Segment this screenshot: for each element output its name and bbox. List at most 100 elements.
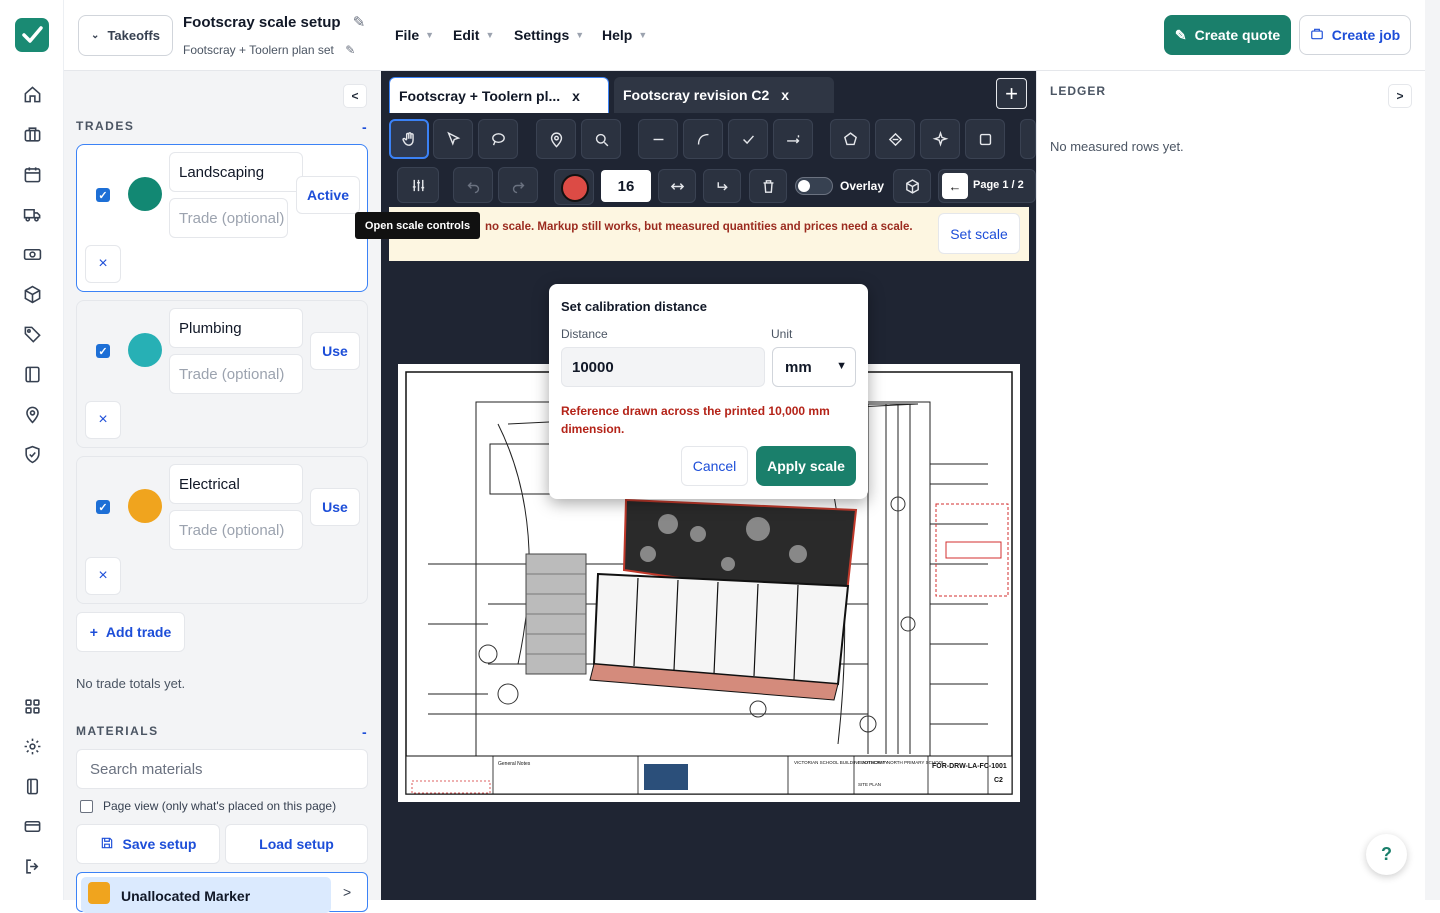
edit-subtitle-icon[interactable]: ✎ [345, 43, 355, 57]
menu-help[interactable]: Help ▼ [602, 27, 647, 43]
trade-name-input[interactable]: Electrical [169, 464, 303, 504]
unallocated-expand-icon[interactable]: > [343, 884, 351, 900]
3d-view-button[interactable] [893, 169, 931, 203]
tag-icon[interactable] [20, 322, 44, 346]
set-scale-button[interactable]: Set scale [938, 213, 1020, 254]
home-icon[interactable] [20, 82, 44, 106]
unallocated-marker-row[interactable]: Unallocated Marker > [76, 872, 368, 913]
select-tool-button[interactable] [433, 119, 473, 159]
trade-card-electrical[interactable]: ✓ Electrical Trade (optional) Use × [76, 456, 368, 604]
logout-icon[interactable] [20, 854, 44, 878]
load-setup-button[interactable]: Load setup [225, 824, 368, 864]
page-scrollbar[interactable] [1425, 0, 1440, 900]
delete-button[interactable] [749, 169, 787, 203]
add-tab-button[interactable]: + [996, 78, 1027, 109]
pin-tool-button[interactable] [536, 119, 576, 159]
trade-name-input[interactable]: Plumbing [169, 308, 303, 348]
trade-active-button[interactable]: Active [296, 176, 360, 214]
help-button[interactable]: ? [1366, 834, 1407, 875]
trade-remove-button[interactable]: × [85, 401, 121, 439]
menu-settings[interactable]: Settings ▼ [514, 27, 584, 43]
map-pin-icon[interactable] [20, 402, 44, 426]
page-view-checkbox[interactable] [80, 800, 93, 813]
app-logo[interactable] [15, 18, 49, 52]
trade-checkbox[interactable]: ✓ [96, 188, 110, 202]
check-tool-button[interactable] [728, 119, 768, 159]
truck-icon[interactable] [20, 202, 44, 226]
briefcase-icon[interactable] [20, 122, 44, 146]
menu-help-label: Help [602, 27, 633, 43]
materials-collapse-toggle[interactable]: - [362, 724, 367, 740]
trade-use-button[interactable]: Use [310, 332, 360, 370]
distance-input[interactable]: 10000 [561, 347, 765, 387]
trade-remove-button[interactable]: × [85, 245, 121, 283]
trade-name-input[interactable]: Landscaping [169, 152, 303, 192]
trade-remove-button[interactable]: × [85, 557, 121, 595]
trade-use-button[interactable]: Use [310, 488, 360, 526]
plus-icon: + [89, 624, 98, 640]
tab-close-icon[interactable]: x [781, 87, 789, 103]
tab-close-icon[interactable]: x [572, 88, 580, 104]
trade-optional-input[interactable]: Trade (optional) [169, 354, 303, 394]
drawing-number: FOR-DRW-LA-FC-1001 [932, 763, 1007, 770]
create-quote-button[interactable]: ✎ Create quote [1164, 15, 1291, 55]
line-size-input[interactable]: 16 [601, 170, 651, 202]
more-tools-button[interactable] [1020, 119, 1036, 159]
apply-scale-button[interactable]: Apply scale [756, 446, 856, 486]
trade-checkbox[interactable]: ✓ [96, 344, 110, 358]
trade-color-swatch[interactable] [128, 489, 162, 523]
trade-color-swatch[interactable] [128, 333, 162, 367]
menu-edit[interactable]: Edit ▼ [453, 27, 494, 43]
grid-icon[interactable] [20, 694, 44, 718]
arc-tool-button[interactable] [683, 119, 723, 159]
polygon-tool-button[interactable] [830, 119, 870, 159]
save-setup-button[interactable]: Save setup [76, 824, 220, 864]
calibration-error-text: Reference drawn across the printed 10,00… [561, 404, 830, 436]
zoom-tool-button[interactable] [581, 119, 621, 159]
create-job-label: Create job [1331, 27, 1401, 43]
prev-page-button[interactable]: ← [942, 173, 968, 199]
takeoffs-button[interactable]: ⌄ Takeoffs [78, 15, 173, 56]
sliders-icon [412, 179, 424, 191]
box-icon[interactable] [20, 282, 44, 306]
calendar-icon[interactable] [20, 162, 44, 186]
tab-footscray-toolern[interactable]: Footscray + Toolern pl... x [389, 77, 609, 113]
trade-card-plumbing[interactable]: ✓ Plumbing Trade (optional) Use × [76, 300, 368, 448]
trade-optional-input[interactable]: Trade (optional) [169, 510, 303, 550]
gear-icon[interactable] [20, 734, 44, 758]
line-tool-button[interactable] [638, 119, 678, 159]
unit-select[interactable]: mm ▼ [772, 347, 856, 387]
rectangle-tool-button[interactable] [965, 119, 1005, 159]
scale-controls-button[interactable] [397, 167, 439, 203]
cancel-button[interactable]: Cancel [681, 446, 748, 486]
overlay-toggle[interactable] [795, 177, 833, 195]
shield-check-icon[interactable] [20, 442, 44, 466]
trade-optional-input[interactable]: Trade (optional) [169, 198, 288, 238]
return-tool-button[interactable] [703, 169, 741, 203]
menu-file[interactable]: File ▼ [395, 27, 434, 43]
add-trade-button[interactable]: + Add trade [76, 612, 185, 652]
lasso-tool-button[interactable] [478, 119, 518, 159]
book-open-icon[interactable] [20, 774, 44, 798]
tab-footscray-revision[interactable]: Footscray revision C2 x [614, 77, 834, 113]
magic-tool-button[interactable] [920, 119, 960, 159]
cash-icon[interactable] [20, 242, 44, 266]
width-tool-button[interactable] [658, 169, 696, 203]
book-icon[interactable] [20, 362, 44, 386]
fill-tool-button[interactable] [875, 119, 915, 159]
measure-tool-button[interactable] [773, 119, 813, 159]
pan-tool-button[interactable] [389, 119, 429, 159]
trades-collapse-toggle[interactable]: - [362, 119, 367, 135]
trade-color-swatch[interactable] [128, 177, 162, 211]
trade-card-landscaping[interactable]: ✓ Landscaping Trade (optional) Active × [76, 144, 368, 292]
credit-card-icon[interactable] [20, 814, 44, 838]
edit-title-icon[interactable]: ✎ [353, 14, 366, 31]
redo-button[interactable] [498, 167, 538, 203]
markup-color-picker[interactable] [554, 169, 594, 205]
materials-search-input[interactable]: Search materials [76, 749, 368, 789]
undo-button[interactable] [453, 167, 493, 203]
create-job-button[interactable]: Create job [1299, 15, 1411, 55]
trade-checkbox[interactable]: ✓ [96, 500, 110, 514]
collapse-ledger-button[interactable]: > [1388, 84, 1412, 108]
collapse-left-button[interactable]: < [343, 84, 367, 108]
